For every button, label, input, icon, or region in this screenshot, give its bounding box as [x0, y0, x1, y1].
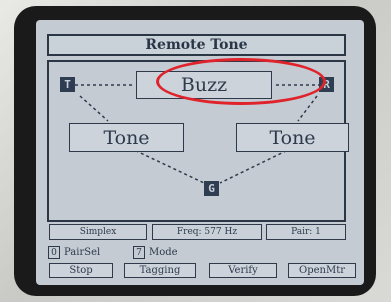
- g-marker-icon: G: [204, 181, 219, 196]
- right-tone-button[interactable]: Tone: [236, 123, 349, 152]
- highlight-ellipse: [156, 58, 326, 105]
- key-0-label: PairSel: [64, 247, 101, 258]
- frequency-status: Freq: 577 Hz: [152, 224, 262, 240]
- openmtr-softkey[interactable]: OpenMtr: [288, 263, 356, 278]
- screen-title: Remote Tone: [47, 34, 346, 56]
- key-0[interactable]: 0: [48, 246, 60, 259]
- mode-status: Simplex: [49, 224, 147, 240]
- t-marker-icon: T: [60, 77, 75, 92]
- key-7-label: Mode: [149, 247, 178, 258]
- tagging-softkey[interactable]: Tagging: [124, 263, 196, 278]
- key-7[interactable]: 7: [133, 246, 145, 259]
- key-hint-pairsel: 0 PairSel: [48, 246, 100, 259]
- lcd-screen: Remote Tone T R G Buzz Tone Tone Simplex…: [36, 20, 364, 285]
- stop-softkey[interactable]: Stop: [49, 263, 113, 278]
- left-tone-button[interactable]: Tone: [69, 123, 184, 152]
- key-hint-mode: 7 Mode: [133, 246, 178, 259]
- pair-status: Pair: 1: [266, 224, 346, 240]
- verify-softkey[interactable]: Verify: [209, 263, 277, 278]
